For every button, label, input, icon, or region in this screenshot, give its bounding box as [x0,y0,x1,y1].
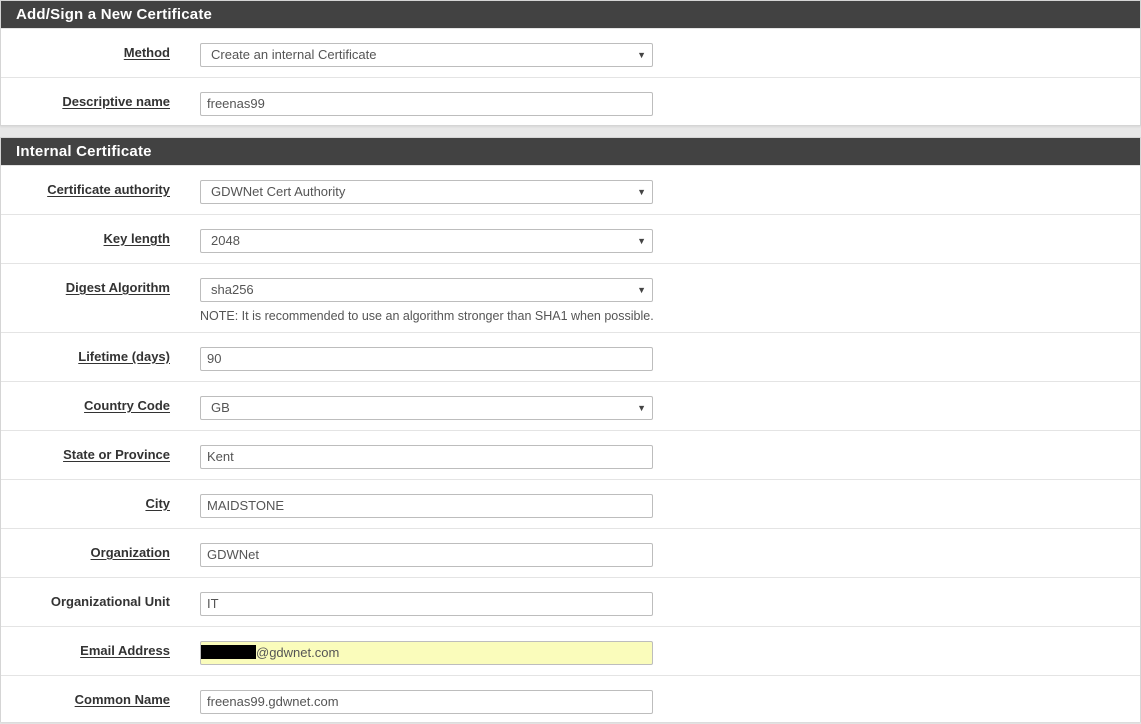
key-length-row: Key length 2048 ▼ [1,214,1140,263]
method-row: Method Create an internal Certificate ▼ [1,28,1140,77]
key-length-label: Key length [103,231,170,246]
city-input[interactable]: MAIDSTONE [200,494,653,518]
city-row: City MAIDSTONE [1,479,1140,528]
add-sign-certificate-panel: Add/Sign a New Certificate Method Create… [0,0,1141,126]
redaction-box [201,645,256,659]
lifetime-row: Lifetime (days) 90 [1,332,1140,381]
lifetime-input[interactable]: 90 [200,347,653,371]
state-row: State or Province Kent [1,430,1140,479]
panel-title: Add/Sign a New Certificate [1,1,1140,28]
chevron-down-icon: ▼ [637,403,646,413]
common-name-label: Common Name [74,692,170,707]
email-input[interactable]: @gdwnet.com [200,641,653,665]
organization-label: Organization [90,545,170,560]
city-label: City [145,496,170,511]
country-code-value: GB [211,400,230,415]
digest-algorithm-row: Digest Algorithm sha256 ▼ NOTE: It is re… [1,263,1140,332]
method-value: Create an internal Certificate [211,47,377,62]
country-code-label: Country Code [84,398,170,413]
state-input[interactable]: Kent [200,445,653,469]
organization-input[interactable]: GDWNet [200,543,653,567]
internal-certificate-panel: Internal Certificate Certificate authori… [0,137,1141,722]
key-length-select[interactable]: 2048 ▼ [200,229,653,253]
method-label: Method [123,45,170,60]
certificate-authority-select[interactable]: GDWNet Cert Authority ▼ [200,180,653,204]
org-unit-row: Organizational Unit IT [1,577,1140,626]
org-unit-input[interactable]: IT [200,592,653,616]
panel-title: Internal Certificate [1,138,1140,165]
country-code-row: Country Code GB ▼ [1,381,1140,430]
email-label: Email Address [80,643,170,658]
org-unit-label: Organizational Unit [50,594,170,609]
certificate-authority-label: Certificate authority [47,182,170,197]
chevron-down-icon: ▼ [637,187,646,197]
chevron-down-icon: ▼ [637,236,646,246]
descriptive-name-row: Descriptive name freenas99 [1,77,1140,126]
chevron-down-icon: ▼ [637,50,646,60]
chevron-down-icon: ▼ [637,285,646,295]
lifetime-label: Lifetime (days) [78,349,170,364]
digest-algorithm-value: sha256 [211,282,254,297]
key-length-value: 2048 [211,233,240,248]
descriptive-name-input[interactable]: freenas99 [200,92,653,116]
state-label: State or Province [63,447,170,462]
country-code-select[interactable]: GB ▼ [200,396,653,420]
email-domain: @gdwnet.com [256,645,340,660]
email-row: Email Address @gdwnet.com [1,626,1140,675]
digest-algorithm-note: NOTE: It is recommended to use an algori… [200,309,654,323]
method-select[interactable]: Create an internal Certificate ▼ [200,43,653,67]
certificate-authority-row: Certificate authority GDWNet Cert Author… [1,165,1140,214]
common-name-row: Common Name freenas99.gdwnet.com [1,675,1140,724]
digest-algorithm-select[interactable]: sha256 ▼ [200,278,653,302]
digest-algorithm-label: Digest Algorithm [65,280,170,295]
common-name-input[interactable]: freenas99.gdwnet.com [200,690,653,714]
organization-row: Organization GDWNet [1,528,1140,577]
descriptive-name-label: Descriptive name [62,94,170,109]
certificate-authority-value: GDWNet Cert Authority [211,184,346,199]
